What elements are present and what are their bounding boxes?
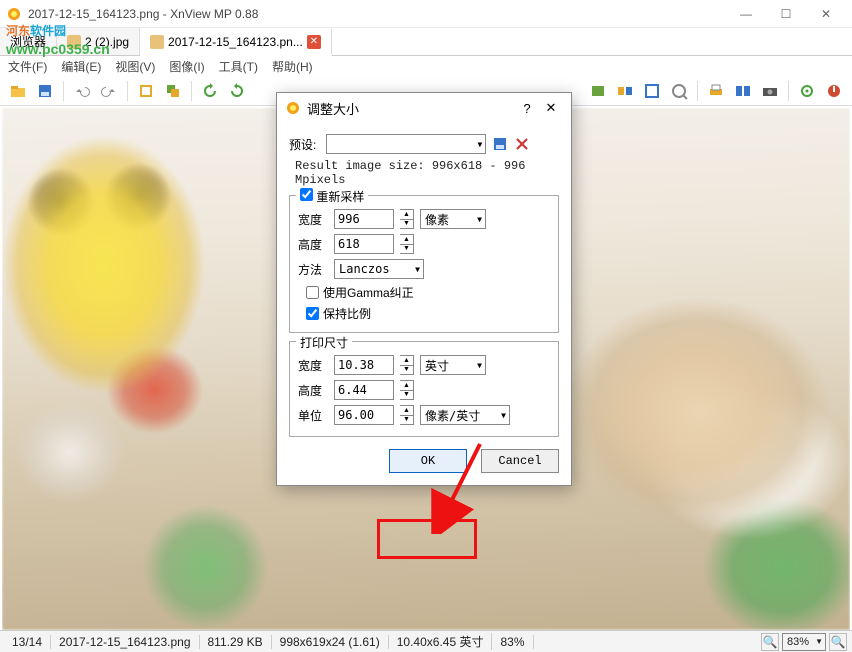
width-input[interactable]: [334, 209, 394, 229]
maximize-button[interactable]: ☐: [766, 2, 806, 26]
print-unit-combo[interactable]: 英寸: [420, 355, 486, 375]
status-index: 13/14: [4, 635, 51, 649]
dpi-spinner[interactable]: ▲▼: [400, 405, 414, 425]
gamma-checkbox[interactable]: [306, 286, 319, 299]
close-window-button[interactable]: ✕: [806, 2, 846, 26]
file-icon: [67, 35, 81, 49]
status-dimensions: 998x619x24 (1.61): [272, 635, 389, 649]
save-button[interactable]: [33, 79, 57, 103]
preset-label: 预设:: [289, 136, 316, 153]
menu-edit[interactable]: 编辑(E): [61, 58, 101, 75]
resample-group: 重新采样 宽度 ▲▼ 像素 高度 ▲▼ 方法 Lanczos 使用Gamma纠正…: [289, 195, 559, 333]
status-zoom: 83%: [492, 635, 533, 649]
print-button[interactable]: [704, 79, 728, 103]
print-legend: 打印尺寸: [296, 334, 352, 351]
dialog-title: 调整大小: [307, 99, 515, 118]
crop-button[interactable]: [134, 79, 158, 103]
keep-ratio-checkbox[interactable]: [306, 307, 319, 320]
print-width-input[interactable]: [334, 355, 394, 375]
tab-image-1[interactable]: 2 (2).jpg: [57, 28, 140, 55]
redo-button[interactable]: [97, 79, 121, 103]
width-label: 宽度: [298, 211, 328, 228]
dialog-close-button[interactable]: ✕: [539, 96, 563, 120]
minimize-button[interactable]: —: [726, 2, 766, 26]
status-filename: 2017-12-15_164123.png: [51, 635, 199, 649]
resize-dialog: 调整大小 ? ✕ 预设: Result image size: 996x618 …: [276, 92, 572, 486]
dpi-input[interactable]: [334, 405, 394, 425]
height-label: 高度: [298, 236, 328, 253]
menu-view[interactable]: 视图(V): [115, 58, 155, 75]
status-filesize: 811.29 KB: [200, 635, 272, 649]
menu-bar: 文件(F) 编辑(E) 视图(V) 图像(I) 工具(T) 帮助(H): [0, 56, 852, 76]
convert-button[interactable]: [613, 79, 637, 103]
print-height-label: 高度: [298, 382, 328, 399]
height-input[interactable]: [334, 234, 394, 254]
height-spinner[interactable]: ▲▼: [400, 234, 414, 254]
status-physical-size: 10.40x6.45 英寸: [389, 633, 493, 650]
print-height-input[interactable]: [334, 380, 394, 400]
preset-combo[interactable]: [326, 134, 486, 154]
dpi-unit-combo[interactable]: 像素/英寸: [420, 405, 510, 425]
print-height-spinner[interactable]: ▲▼: [400, 380, 414, 400]
print-size-group: 打印尺寸 宽度 ▲▼ 英寸 高度 ▲▼ 单位 ▲▼ 像素/英寸: [289, 341, 559, 437]
compare-button[interactable]: [731, 79, 755, 103]
close-tab-icon[interactable]: ✕: [307, 35, 321, 49]
gamma-label: 使用Gamma纠正: [323, 284, 414, 301]
color-picker-button[interactable]: [667, 79, 691, 103]
dialog-titlebar[interactable]: 调整大小 ? ✕: [277, 93, 571, 123]
exit-button[interactable]: [822, 79, 846, 103]
document-tabs: 浏览器 2 (2).jpg 2017-12-15_164123.pn... ✕: [0, 28, 852, 56]
capture-button[interactable]: [758, 79, 782, 103]
save-preset-icon[interactable]: [492, 136, 508, 152]
settings-button[interactable]: [795, 79, 819, 103]
method-label: 方法: [298, 261, 328, 278]
resample-checkbox[interactable]: [300, 188, 313, 201]
annotation-arrow-icon: [430, 438, 490, 534]
menu-file[interactable]: 文件(F): [8, 58, 47, 75]
status-bar: 13/14 2017-12-15_164123.png 811.29 KB 99…: [0, 630, 852, 652]
rotate-right-button[interactable]: [225, 79, 249, 103]
print-width-label: 宽度: [298, 357, 328, 374]
menu-help[interactable]: 帮助(H): [272, 58, 313, 75]
rotate-left-button[interactable]: [198, 79, 222, 103]
width-spinner[interactable]: ▲▼: [400, 209, 414, 229]
file-icon: [150, 35, 164, 49]
window-title: 2017-12-15_164123.png - XnView MP 0.88: [28, 7, 726, 21]
open-folder-button[interactable]: [6, 79, 30, 103]
print-width-spinner[interactable]: ▲▼: [400, 355, 414, 375]
app-icon: [6, 6, 22, 22]
fullscreen-button[interactable]: [640, 79, 664, 103]
zoom-out-button[interactable]: 🔍: [761, 633, 779, 651]
delete-preset-icon[interactable]: [514, 136, 530, 152]
slideshow-button[interactable]: [586, 79, 610, 103]
tab-browser[interactable]: 浏览器: [0, 28, 57, 55]
undo-button[interactable]: [70, 79, 94, 103]
result-size-text: Result image size: 996x618 - 996 Mpixels: [295, 159, 559, 187]
width-unit-combo[interactable]: 像素: [420, 209, 486, 229]
window-titlebar: 2017-12-15_164123.png - XnView MP 0.88 —…: [0, 0, 852, 28]
cancel-button[interactable]: Cancel: [481, 449, 559, 473]
method-combo[interactable]: Lanczos: [334, 259, 424, 279]
zoom-combo[interactable]: 83%: [782, 633, 826, 651]
dialog-help-button[interactable]: ?: [515, 96, 539, 120]
menu-image[interactable]: 图像(I): [169, 58, 204, 75]
dpi-label: 单位: [298, 407, 328, 424]
tab-image-2[interactable]: 2017-12-15_164123.pn... ✕: [140, 29, 332, 56]
menu-tools[interactable]: 工具(T): [219, 58, 258, 75]
resize-button[interactable]: [161, 79, 185, 103]
zoom-in-button[interactable]: 🔍: [829, 633, 847, 651]
keep-ratio-label: 保持比例: [323, 305, 371, 322]
dialog-icon: [285, 100, 301, 116]
